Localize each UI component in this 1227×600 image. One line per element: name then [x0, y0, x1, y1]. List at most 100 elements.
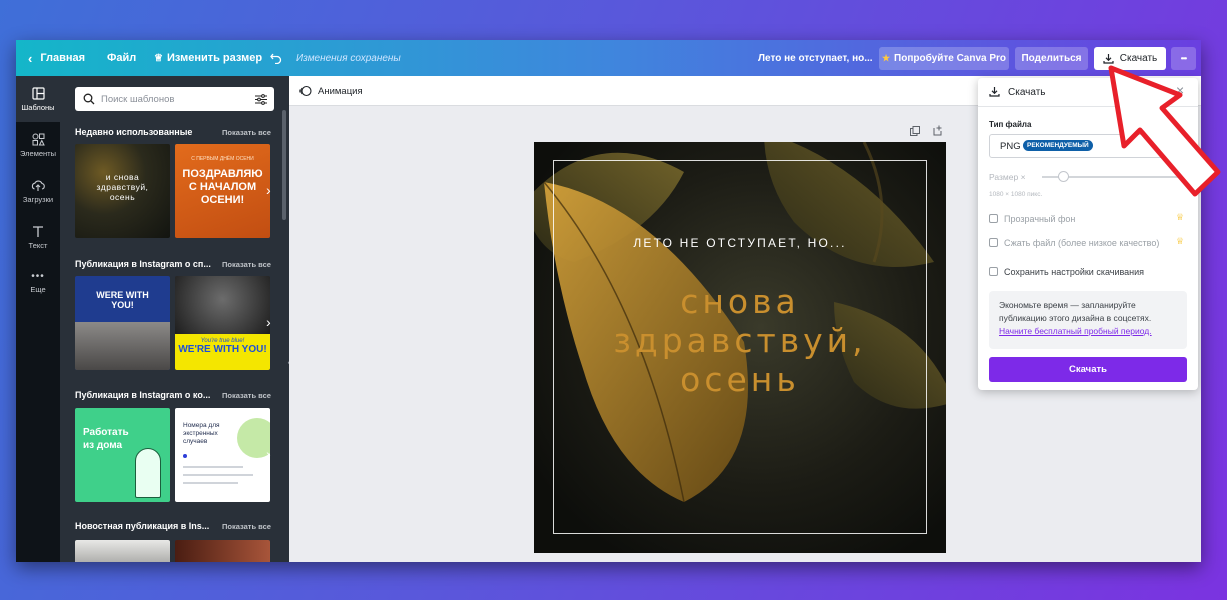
save-settings-checkbox[interactable]: [989, 267, 998, 276]
section-title: Публикация в Instagram о сп...: [75, 259, 211, 269]
see-all-link[interactable]: Показать все: [222, 260, 271, 269]
close-icon[interactable]: ×: [1176, 82, 1184, 98]
side-rail: Шаблоны Элементы Загрузки Текст ••• Еще: [16, 76, 60, 562]
undo-button[interactable]: [270, 40, 282, 76]
filter-icon[interactable]: [255, 93, 267, 105]
download-icon: [1103, 54, 1114, 64]
see-all-link[interactable]: Показать все: [222, 522, 271, 531]
star-icon: ★: [881, 53, 891, 63]
transparent-bg-checkbox[interactable]: [989, 214, 998, 223]
size-value: 1080 × 1080 пикс.: [989, 191, 1043, 198]
thumb-text: случаев: [183, 438, 208, 445]
transparent-bg-label: Прозрачный фон: [1004, 214, 1076, 224]
add-page-icon[interactable]: [933, 125, 943, 136]
canva-editor-window: ‹ Главная Файл ♕ Изменить размер Изменен…: [16, 40, 1201, 562]
thumb-text: экстренных: [183, 430, 218, 437]
template-search-input[interactable]: Поиск шаблонов: [75, 87, 274, 111]
rail-item-text[interactable]: Текст: [16, 214, 60, 260]
design-heading[interactable]: снова здравствуй, осень: [534, 282, 946, 399]
thumb-text: Работать: [83, 427, 129, 438]
size-slider-handle[interactable]: [1058, 171, 1069, 182]
section-title: Новостная публикация в Ins...: [75, 521, 210, 531]
upload-icon: [31, 180, 45, 191]
compress-label: Сжать файл (более низкое качество): [1004, 238, 1160, 248]
design-subtitle[interactable]: ЛЕТО НЕ ОТСТУПАЕТ, НО...: [534, 236, 946, 250]
promo-box: Экономьте время — запланируйте публикаци…: [989, 291, 1187, 349]
carousel-next-icon[interactable]: ›: [266, 446, 271, 462]
template-thumb[interactable]: [175, 540, 270, 562]
share-button[interactable]: Поделиться: [1015, 47, 1088, 70]
panel-scrollbar[interactable]: [282, 110, 286, 220]
compress-checkbox[interactable]: [989, 238, 998, 247]
template-thumb[interactable]: [75, 540, 170, 562]
thumb-text: осень: [109, 192, 136, 202]
chevron-down-icon: ⌄: [1169, 139, 1178, 150]
more-options-button[interactable]: •••: [1171, 47, 1196, 70]
rail-item-elements[interactable]: Элементы: [16, 122, 60, 168]
crown-icon: ♕: [1176, 212, 1185, 222]
animation-icon: [299, 85, 312, 97]
home-link[interactable]: ‹ Главная: [28, 40, 85, 76]
thumb-text: С НАЧАЛОМ: [188, 181, 257, 193]
save-status: Изменения сохранены: [296, 52, 401, 64]
thumb-text: ПОЗДРАВЛЯЮ: [182, 168, 263, 180]
rail-label: Текст: [28, 240, 48, 250]
document-title[interactable]: Лето не отступает, но...: [758, 40, 873, 76]
promo-text: Экономьте время — запланируйте публикаци…: [999, 300, 1152, 323]
thumb-text: здравствуй,: [96, 182, 149, 192]
thumb-text: из дома: [83, 440, 123, 451]
more-dots-icon: •••: [31, 271, 45, 282]
resize-label: Изменить размер: [166, 52, 263, 64]
duplicate-page-icon[interactable]: [910, 126, 920, 136]
template-thumb[interactable]: С ПЕРВЫМ ДНЁМ ОСЕНИ ПОЗДРАВЛЯЮ С НАЧАЛОМ…: [175, 144, 270, 238]
download-panel: Скачать × Тип файла PNG РЕКОМЕНДУЕМЫЙ ⌄ …: [978, 78, 1198, 390]
illustration-person: [135, 448, 161, 498]
share-label: Поделиться: [1021, 53, 1082, 64]
file-type-label: Тип файла: [989, 120, 1032, 129]
heading-line: здравствуй,: [613, 321, 867, 360]
template-thumb[interactable]: You're true blue! WE'RE WITH YOU!: [175, 276, 270, 370]
section-title: Публикация в Instagram о ко...: [75, 390, 211, 400]
more-dots-icon: •••: [1180, 54, 1187, 63]
rail-item-more[interactable]: ••• Еще: [16, 260, 60, 306]
chevron-left-icon: ‹: [28, 50, 33, 66]
decor-line: [183, 482, 238, 484]
template-thumb[interactable]: и снова здравствуй, осень: [75, 144, 170, 238]
file-type-select[interactable]: PNG РЕКОМЕНДУЕМЫЙ ⌄: [989, 134, 1187, 158]
file-menu[interactable]: Файл: [107, 40, 136, 76]
templates-panel: Поиск шаблонов Недавно использованные По…: [60, 76, 289, 562]
resize-button[interactable]: ♕ Изменить размер: [154, 40, 262, 76]
rail-item-templates[interactable]: Шаблоны: [16, 76, 60, 122]
trial-link[interactable]: Начните бесплатный пробный период.: [999, 326, 1152, 336]
see-all-link[interactable]: Показать все: [222, 391, 271, 400]
heading-line: снова: [680, 282, 800, 321]
template-thumb[interactable]: WERE WITH YOU!: [75, 276, 170, 370]
design-page[interactable]: ЛЕТО НЕ ОТСТУПАЕТ, НО... снова здравству…: [534, 142, 946, 553]
try-pro-button[interactable]: ★ Попробуйте Canva Pro: [879, 47, 1009, 70]
thumb-text: WERE WITH: [96, 290, 149, 300]
download-button[interactable]: Скачать: [1094, 47, 1166, 70]
carousel-next-icon[interactable]: ›: [266, 182, 271, 198]
animation-button[interactable]: Анимация: [299, 76, 363, 106]
see-all-link[interactable]: Показать все: [222, 128, 271, 137]
rail-item-uploads[interactable]: Загрузки: [16, 168, 60, 214]
decor-line: [183, 474, 253, 476]
search-icon: [83, 93, 95, 105]
section-title: Недавно использованные: [75, 127, 193, 137]
rail-label: Еще: [30, 285, 46, 294]
template-thumb[interactable]: Работать из дома: [75, 408, 170, 502]
heading-line: осень: [680, 360, 800, 399]
thumb-text: С ПЕРВЫМ ДНЁМ ОСЕНИ: [191, 156, 254, 162]
text-icon: [33, 225, 43, 237]
download-icon: [989, 87, 1000, 97]
download-submit-button[interactable]: Скачать: [989, 357, 1187, 382]
rail-label: Элементы: [20, 148, 56, 158]
elements-icon: [32, 133, 45, 145]
thumb-text: ОСЕНИ!: [200, 194, 245, 206]
carousel-next-icon[interactable]: ›: [266, 314, 271, 330]
crown-icon: ♕: [1176, 236, 1185, 246]
download-label: Скачать: [1119, 53, 1158, 64]
divider: [978, 106, 1198, 107]
template-thumb[interactable]: Номера для экстренных случаев: [175, 408, 270, 502]
file-label: Файл: [107, 52, 137, 64]
